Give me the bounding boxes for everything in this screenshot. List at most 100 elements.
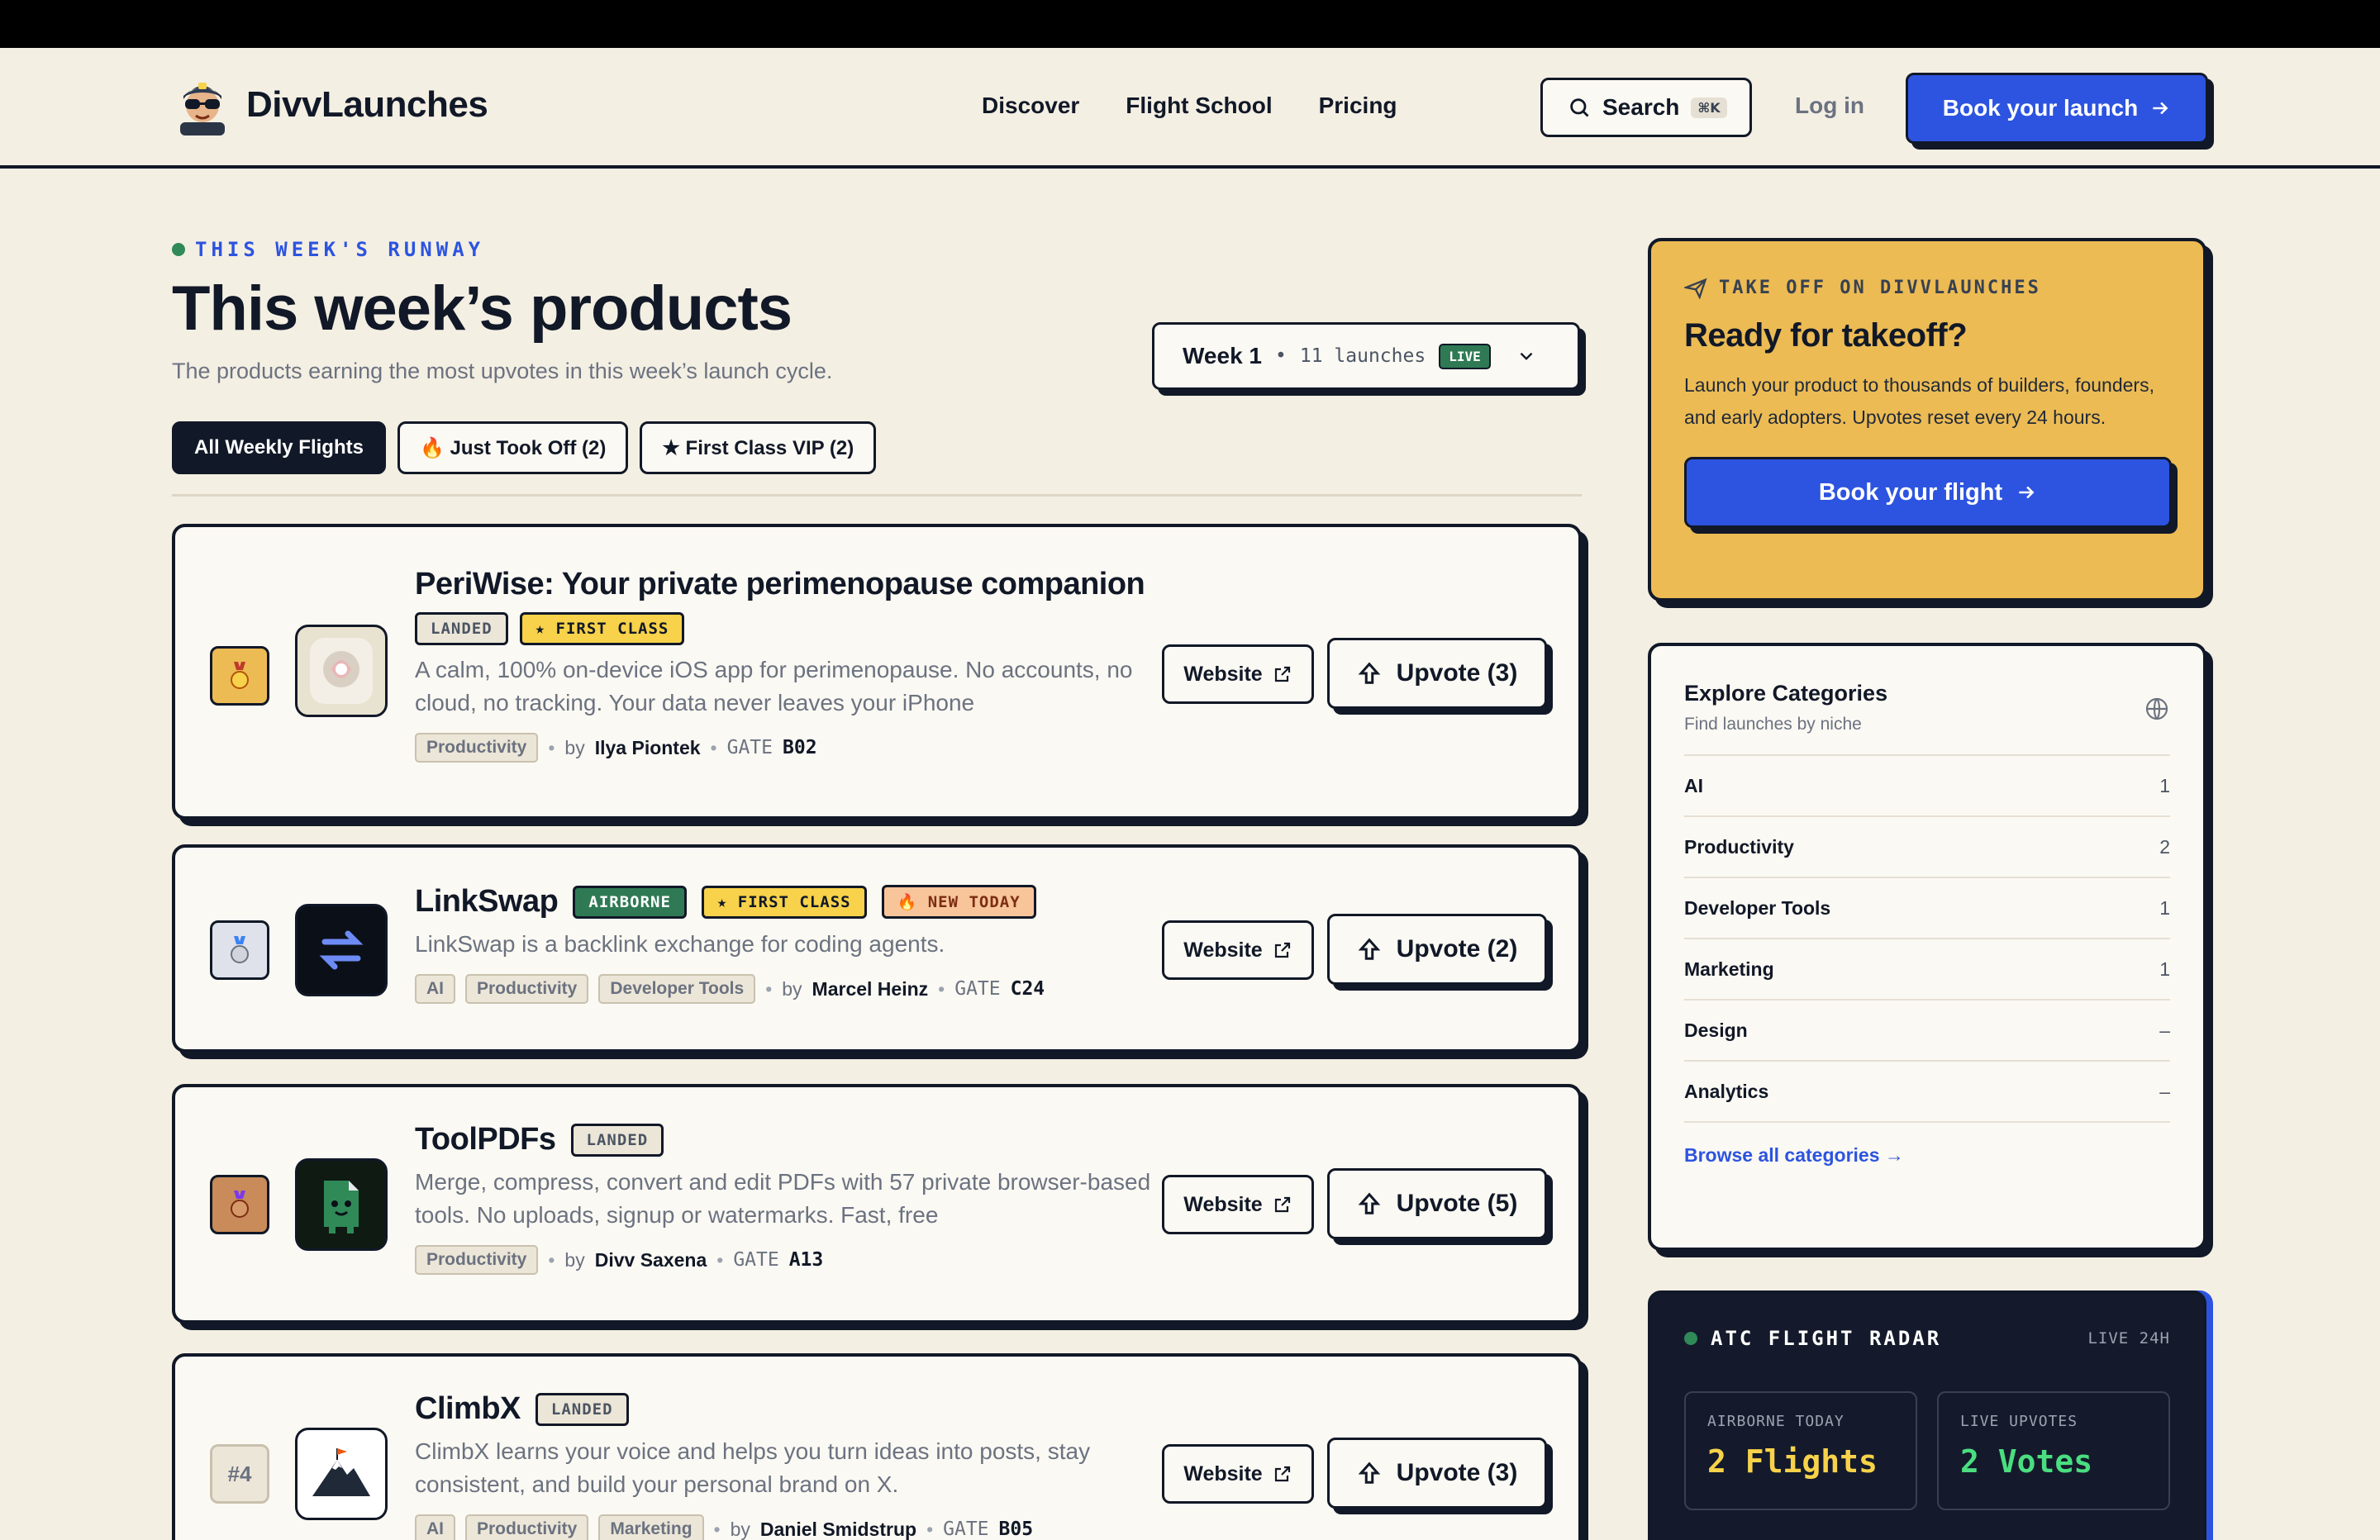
status-badge: LANDED	[415, 612, 508, 645]
upvote-button[interactable]: Upvote (5)	[1327, 1168, 1547, 1239]
arrow-up-icon	[1358, 662, 1380, 684]
week-selector[interactable]: Week 1 • 11 launches LIVE	[1152, 322, 1580, 390]
category-item-marketing[interactable]: Marketing 1	[1684, 939, 2170, 1001]
book-flight-label: Book your flight	[1818, 478, 2003, 506]
cta-title: Ready for takeoff?	[1684, 317, 1968, 354]
book-launch-label: Book your launch	[1942, 95, 2139, 121]
site-header: DivvLaunches Discover Flight School Pric…	[0, 48, 2380, 169]
upvote-button[interactable]: Upvote (3)	[1327, 1438, 1547, 1509]
maker-name[interactable]: Ilya Piontek	[595, 737, 701, 759]
category-item-productivity[interactable]: Productivity 2	[1684, 817, 2170, 878]
nav-discover[interactable]: Discover	[982, 93, 1079, 119]
search-button[interactable]: Search ⌘K	[1540, 78, 1752, 137]
globe-icon	[2145, 697, 2168, 720]
category-item-developer-tools[interactable]: Developer Tools 1	[1684, 878, 2170, 939]
category-list: AI 1 Productivity 2 Developer Tools 1 Marke…	[1684, 754, 2170, 1123]
status-dot-icon	[1684, 1332, 1697, 1345]
gate-code: B02	[783, 737, 817, 758]
category-tag[interactable]: Developer Tools	[598, 974, 756, 1004]
gate-label: GATE	[954, 978, 1001, 1000]
stat-label: LIVE UPVOTES	[1960, 1413, 2078, 1430]
product-card[interactable]: ToolPDFs LANDED Merge, compress, convert…	[172, 1084, 1582, 1324]
product-description: LinkSwap is a backlink exchange for codi…	[415, 931, 945, 957]
browse-categories-link[interactable]: Browse all categories →	[1684, 1144, 2170, 1167]
product-card[interactable]: #4 ClimbX LANDED ClimbX learns your voic…	[172, 1353, 1582, 1540]
category-item-ai[interactable]: AI 1	[1684, 756, 2170, 817]
filter-first-class[interactable]: ★ First Class VIP (2)	[640, 421, 877, 474]
category-tag[interactable]: Productivity	[415, 733, 539, 763]
upvote-button[interactable]: Upvote (3)	[1327, 638, 1547, 709]
category-name: Analytics	[1684, 1080, 1769, 1102]
category-name: AI	[1684, 774, 1703, 796]
category-tag[interactable]: AI	[415, 974, 455, 1004]
website-button[interactable]: Website	[1162, 920, 1314, 980]
meta-separator: •	[716, 1248, 724, 1271]
category-tag[interactable]: Marketing	[598, 1514, 704, 1540]
category-tag[interactable]: Productivity	[465, 974, 589, 1004]
category-count: –	[2159, 1080, 2170, 1102]
week-label: Week 1	[1183, 343, 1262, 368]
main-nav: Discover Flight School Pricing	[982, 93, 1397, 119]
gate-label: GATE	[726, 737, 773, 758]
maker-name[interactable]: Divv Saxena	[595, 1249, 707, 1271]
upvote-label: Upvote (3)	[1396, 1459, 1518, 1486]
category-count: –	[2159, 1019, 2170, 1041]
category-count: 2	[2159, 835, 2170, 858]
category-tag[interactable]: Productivity	[415, 1245, 539, 1275]
maker-name[interactable]: Daniel Smidstrup	[760, 1519, 916, 1540]
filter-just-took-off[interactable]: 🔥 Just Took Off (2)	[397, 421, 629, 474]
product-info: PeriWise: Your private perimenopause com…	[415, 567, 1159, 763]
product-logo-periwise	[295, 625, 388, 717]
pilot-logo-icon	[174, 74, 231, 135]
browser-top-bar	[0, 0, 2380, 48]
browse-label: Browse all categories	[1684, 1144, 1880, 1166]
radar-live-label: LIVE 24H	[2087, 1329, 2170, 1348]
live-badge: LIVE	[1439, 343, 1491, 369]
category-count: 1	[2159, 958, 2170, 980]
maker-name[interactable]: Marcel Heinz	[812, 978, 929, 1001]
product-title[interactable]: ClimbX	[415, 1391, 521, 1427]
arrow-up-icon	[1358, 938, 1380, 960]
rank-silver-medal-icon	[210, 920, 269, 980]
search-shortcut: ⌘K	[1691, 97, 1727, 118]
rank-gold-medal-icon	[210, 646, 269, 706]
search-label: Search	[1602, 94, 1680, 120]
upvote-button[interactable]: Upvote (2)	[1327, 914, 1547, 985]
category-tag[interactable]: AI	[415, 1514, 455, 1540]
category-name: Developer Tools	[1684, 896, 1831, 919]
eyebrow-text: THIS WEEK'S RUNWAY	[195, 238, 485, 261]
radar-title: ATC FLIGHT RADAR	[1711, 1327, 1942, 1350]
category-name: Productivity	[1684, 835, 1794, 858]
category-item-analytics[interactable]: Analytics –	[1684, 1062, 2170, 1123]
maker-by: by	[564, 736, 585, 758]
book-launch-button[interactable]: Book your launch	[1906, 73, 2208, 144]
website-button[interactable]: Website	[1162, 644, 1314, 704]
product-logo-linkswap	[295, 904, 388, 996]
website-button[interactable]: Website	[1162, 1175, 1314, 1234]
categories-title: Explore Categories	[1684, 681, 1888, 706]
category-tag[interactable]: Productivity	[465, 1514, 589, 1540]
nav-flight-school[interactable]: Flight School	[1126, 93, 1272, 119]
category-count: 1	[2159, 774, 2170, 796]
product-title[interactable]: ToolPDFs	[415, 1122, 556, 1157]
upvote-label: Upvote (2)	[1396, 935, 1518, 962]
website-label: Website	[1183, 1192, 1263, 1216]
product-card[interactable]: LinkSwap AIRBORNE ★ FIRST CLASS 🔥 NEW TO…	[172, 844, 1582, 1053]
login-link[interactable]: Log in	[1795, 93, 1864, 119]
website-button[interactable]: Website	[1162, 1444, 1314, 1504]
website-label: Website	[1183, 662, 1263, 686]
book-flight-button[interactable]: Book your flight	[1684, 457, 2172, 528]
maker-by: by	[730, 1518, 750, 1540]
brand[interactable]: DivvLaunches	[174, 74, 488, 135]
filter-all-weekly[interactable]: All Weekly Flights	[172, 421, 386, 474]
nav-pricing[interactable]: Pricing	[1319, 93, 1397, 119]
product-title[interactable]: PeriWise: Your private perimenopause com…	[415, 567, 1145, 602]
meta-separator: •	[765, 977, 773, 1000]
product-card[interactable]: PeriWise: Your private perimenopause com…	[172, 524, 1582, 820]
external-link-icon	[1274, 1466, 1290, 1482]
status-badge: LANDED	[570, 1123, 664, 1157]
airborne-badge: AIRBORNE	[573, 885, 687, 919]
upvote-label: Upvote (5)	[1396, 1190, 1518, 1217]
category-item-design[interactable]: Design –	[1684, 1001, 2170, 1062]
product-title[interactable]: LinkSwap	[415, 884, 559, 920]
